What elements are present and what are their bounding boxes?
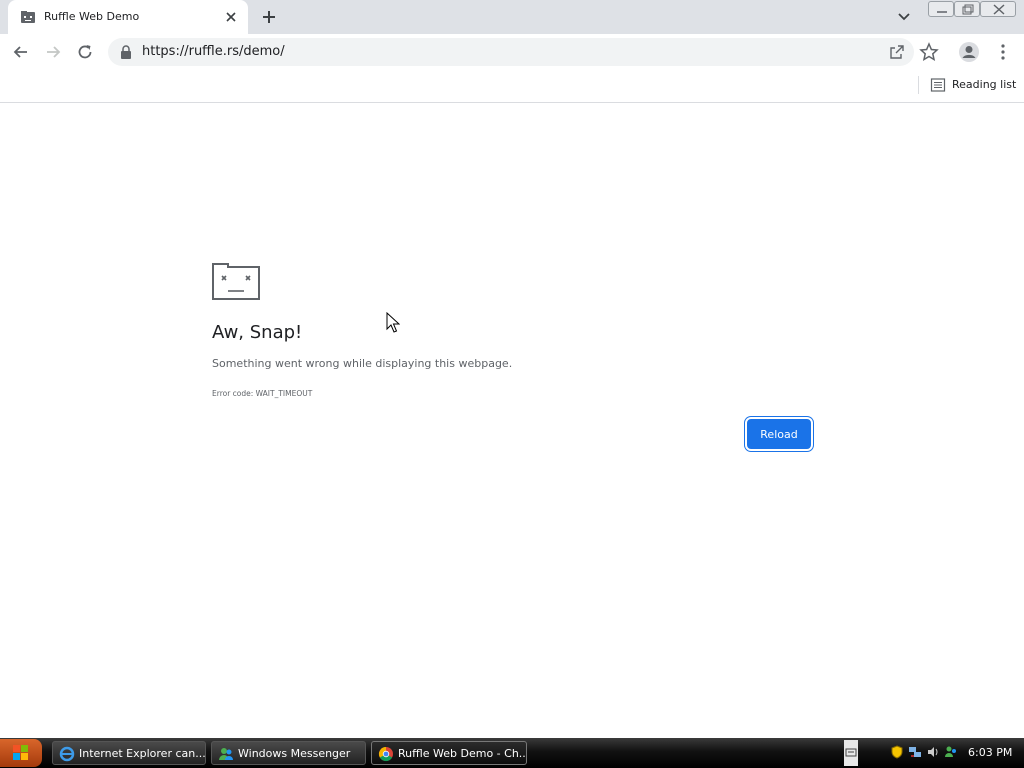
taskbar-item-label: Internet Explorer can...	[79, 747, 206, 760]
reading-list-label: Reading list	[952, 78, 1017, 91]
taskbar: Internet Explorer can... Windows Messeng…	[0, 738, 1024, 768]
internet-explorer-icon	[59, 746, 75, 762]
messenger-tray-icon[interactable]	[944, 745, 958, 759]
more-menu-icon[interactable]	[992, 41, 1014, 63]
back-arrow-icon[interactable]	[10, 41, 32, 63]
reload-icon[interactable]	[74, 41, 96, 63]
sad-tab-icon	[212, 263, 260, 300]
keyboard-icon[interactable]	[844, 740, 858, 766]
tab-strip: Ruffle Web Demo	[0, 0, 1024, 34]
restore-window-button[interactable]	[954, 1, 980, 17]
new-tab-button[interactable]	[258, 6, 280, 28]
taskbar-clock[interactable]: 6:03 PM	[968, 746, 1012, 759]
forward-arrow-icon[interactable]	[42, 41, 64, 63]
share-icon[interactable]	[888, 43, 906, 61]
windows-messenger-icon	[219, 748, 233, 760]
system-tray: 6:03 PM	[862, 738, 1024, 768]
taskbar-item-chrome[interactable]: Ruffle Web Demo - Ch...	[371, 741, 527, 765]
taskbar-item-label: Ruffle Web Demo - Ch...	[398, 747, 527, 760]
taskbar-item-windows-messenger[interactable]: Windows Messenger	[211, 741, 366, 765]
sad-tab-favicon-icon	[21, 11, 35, 23]
browser-toolbar: https://ruffle.rs/demo/	[0, 34, 1024, 70]
bookmarks-bar: Reading list	[0, 70, 1024, 103]
network-icon[interactable]	[908, 745, 922, 759]
windows-logo-icon	[13, 745, 28, 760]
error-code: Error code: WAIT_TIMEOUT	[212, 389, 313, 398]
tab-search-chevron-down-icon[interactable]	[894, 8, 914, 26]
lock-icon[interactable]	[120, 45, 132, 59]
bookmarks-separator	[918, 76, 919, 94]
reload-button[interactable]: Reload	[747, 419, 811, 449]
taskbar-item-label: Windows Messenger	[238, 747, 351, 760]
taskbar-item-internet-explorer[interactable]: Internet Explorer can...	[52, 741, 206, 765]
close-window-button[interactable]	[980, 1, 1016, 17]
volume-icon[interactable]	[926, 745, 940, 759]
url-text[interactable]: https://ruffle.rs/demo/	[142, 44, 285, 59]
chrome-icon	[378, 746, 393, 762]
error-message: Something went wrong while displaying th…	[212, 357, 513, 370]
browser-tab[interactable]: Ruffle Web Demo	[8, 0, 248, 34]
start-button[interactable]	[0, 739, 42, 767]
close-tab-icon[interactable]	[222, 8, 240, 26]
error-heading: Aw, Snap!	[212, 322, 303, 343]
mouse-cursor-icon	[386, 312, 400, 333]
reading-list-icon	[930, 78, 946, 92]
address-bar[interactable]: https://ruffle.rs/demo/	[108, 38, 914, 66]
tab-title: Ruffle Web Demo	[44, 10, 140, 23]
bookmark-star-icon[interactable]	[918, 41, 940, 63]
security-shield-icon[interactable]	[890, 745, 904, 759]
minimize-window-button[interactable]	[928, 1, 954, 17]
profile-avatar-icon[interactable]	[958, 41, 980, 63]
page-content: Aw, Snap! Something went wrong while dis…	[0, 104, 1024, 738]
